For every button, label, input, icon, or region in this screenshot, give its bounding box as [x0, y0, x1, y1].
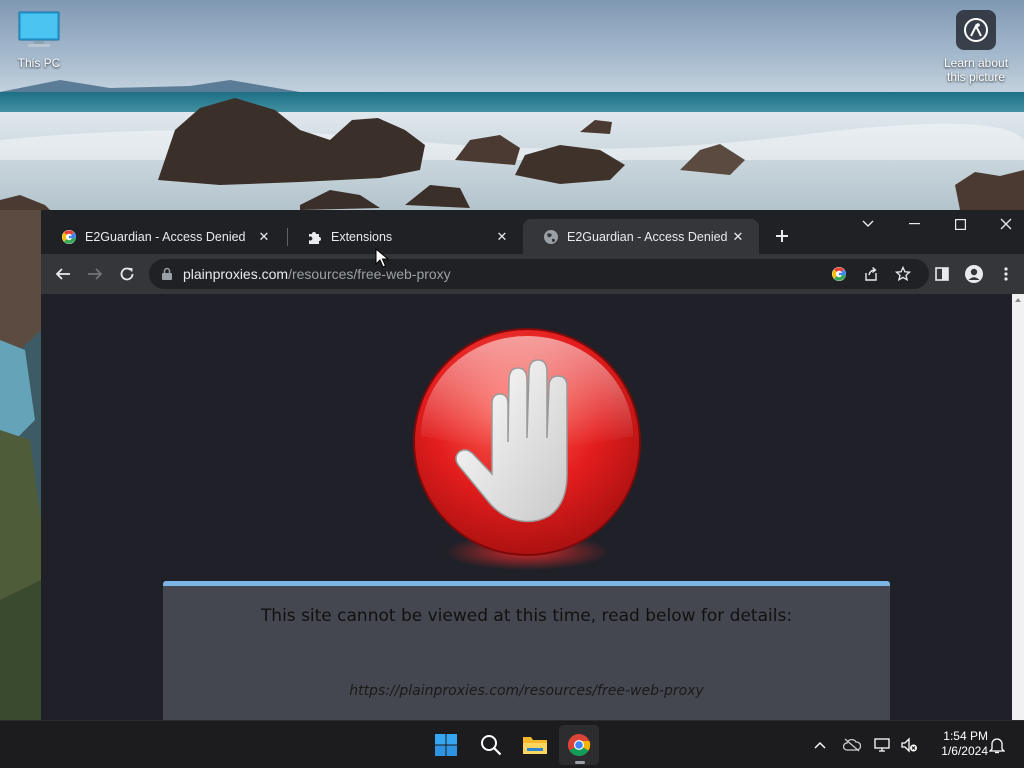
close-icon[interactable]: ✕ — [493, 228, 511, 246]
chevron-up-icon — [814, 742, 826, 749]
close-icon[interactable]: ✕ — [255, 228, 273, 246]
monitor-icon — [18, 11, 60, 47]
clock-time: 1:54 PM — [943, 729, 988, 743]
notifications-button[interactable] — [987, 735, 1007, 755]
network-icon[interactable] — [873, 735, 893, 755]
close-window-button[interactable] — [983, 210, 1024, 238]
google-icon — [61, 229, 77, 245]
tab-e2guardian-active[interactable]: E2Guardian - Access Denied ✕ — [523, 219, 759, 254]
close-icon[interactable]: ✕ — [729, 228, 747, 246]
browser-toolbar: plainproxies.com/resources/free-web-prox… — [41, 254, 1024, 294]
close-icon — [1000, 218, 1012, 230]
taskbar-chrome[interactable] — [559, 725, 599, 765]
taskbar-clock[interactable]: 1:54 PM 1/6/2024 — [926, 729, 988, 759]
tab-extensions[interactable]: Extensions ✕ — [287, 219, 523, 254]
taskbar-search-button[interactable] — [471, 725, 511, 765]
scroll-up-arrow-icon[interactable] — [1015, 298, 1021, 302]
start-button[interactable] — [426, 725, 466, 765]
tab-label: E2Guardian - Access Denied — [85, 229, 246, 244]
camera-aperture-icon — [956, 10, 996, 50]
page-scrollbar[interactable] — [1012, 294, 1024, 720]
arrow-left-icon — [55, 268, 70, 280]
url-text[interactable]: plainproxies.com/resources/free-web-prox… — [183, 266, 451, 282]
profile-avatar-icon — [965, 265, 983, 283]
puzzle-icon — [307, 229, 323, 245]
google-lens-icon[interactable] — [829, 264, 849, 284]
url-path: /resources/free-web-proxy — [288, 266, 451, 282]
tab-label: Extensions — [331, 229, 393, 244]
url-domain: plainproxies.com — [183, 266, 289, 282]
show-hidden-icons-button[interactable] — [810, 735, 830, 755]
blocked-url: https://plainproxies.com/resources/free-… — [349, 683, 704, 699]
tab-e2guardian-1[interactable]: E2Guardian - Access Denied ✕ — [41, 219, 285, 254]
windows-start-icon — [435, 734, 457, 756]
globe-icon — [543, 229, 559, 245]
side-panel-button[interactable] — [928, 260, 956, 288]
tab-label: E2Guardian - Access Denied — [567, 229, 728, 244]
plus-icon — [776, 230, 788, 242]
desktop-icon-learn-about-picture[interactable]: Learn about this picture — [936, 10, 1016, 84]
share-icon[interactable] — [861, 264, 881, 284]
side-panel-icon — [935, 267, 949, 281]
mouse-cursor-icon — [375, 248, 389, 268]
new-tab-button[interactable] — [769, 223, 795, 249]
desktop-icon-label: Learn about this picture — [943, 56, 1009, 84]
back-button[interactable] — [49, 260, 77, 288]
maximize-button[interactable] — [937, 210, 983, 238]
taskbar: 1:54 PM 1/6/2024 — [0, 720, 1024, 768]
taskbar-file-explorer[interactable] — [515, 725, 555, 765]
minimize-button[interactable] — [891, 210, 937, 238]
browser-window: E2Guardian - Access Denied ✕ Extensions … — [41, 210, 1024, 720]
bell-icon — [989, 738, 1005, 754]
maximize-icon — [954, 218, 966, 230]
chrome-icon — [568, 734, 591, 756]
lock-icon[interactable] — [161, 267, 173, 281]
page-content: This site cannot be viewed at this time,… — [41, 294, 1024, 720]
forward-button[interactable] — [81, 260, 109, 288]
stop-hand-icon — [413, 328, 641, 570]
tab-search-button[interactable] — [845, 210, 891, 238]
onedrive-offline-icon[interactable] — [842, 735, 862, 755]
minimize-icon — [908, 223, 920, 225]
profile-button[interactable] — [960, 260, 988, 288]
clock-date: 1/6/2024 — [941, 744, 988, 758]
search-icon — [481, 735, 502, 756]
file-explorer-icon — [523, 737, 547, 754]
reload-icon — [120, 267, 134, 281]
volume-muted-icon[interactable] — [899, 735, 919, 755]
bookmark-star-icon[interactable] — [893, 264, 913, 284]
arrow-right-icon — [88, 268, 103, 280]
message-heading: This site cannot be viewed at this time,… — [260, 606, 793, 626]
kebab-menu-icon — [1004, 267, 1008, 281]
desktop-icon-this-pc[interactable]: This PC — [8, 10, 70, 70]
reload-button[interactable] — [113, 260, 141, 288]
access-denied-message: This site cannot be viewed at this time,… — [163, 581, 890, 720]
desktop-icon-label: This PC — [17, 56, 61, 70]
address-bar[interactable]: plainproxies.com/resources/free-web-prox… — [149, 259, 929, 289]
chevron-down-icon — [862, 220, 874, 227]
menu-button[interactable] — [992, 260, 1020, 288]
active-indicator — [575, 761, 585, 764]
tab-strip: E2Guardian - Access Denied ✕ Extensions … — [41, 210, 1024, 254]
